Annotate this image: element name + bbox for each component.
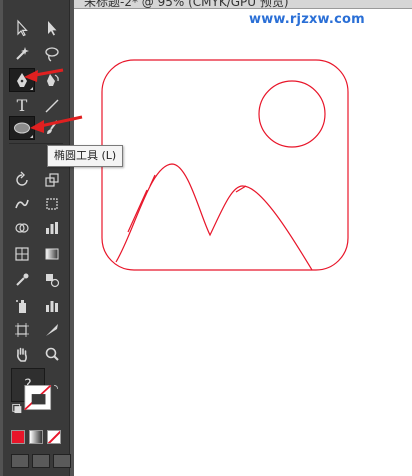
mountain-highlight-line bbox=[235, 185, 247, 193]
tool-tooltip: 椭圆工具 (L) bbox=[47, 145, 124, 167]
mountain-highlight-line bbox=[149, 174, 156, 187]
annotation-arrow-head bbox=[30, 120, 44, 133]
artwork-canvas bbox=[24, 59, 349, 271]
annotation-arrow-head bbox=[24, 70, 38, 82]
rounded-rectangle-frame[interactable] bbox=[101, 59, 349, 271]
mountain-path[interactable] bbox=[115, 163, 313, 271]
sun-circle[interactable] bbox=[258, 80, 326, 148]
mountain-highlight-line bbox=[127, 189, 148, 233]
